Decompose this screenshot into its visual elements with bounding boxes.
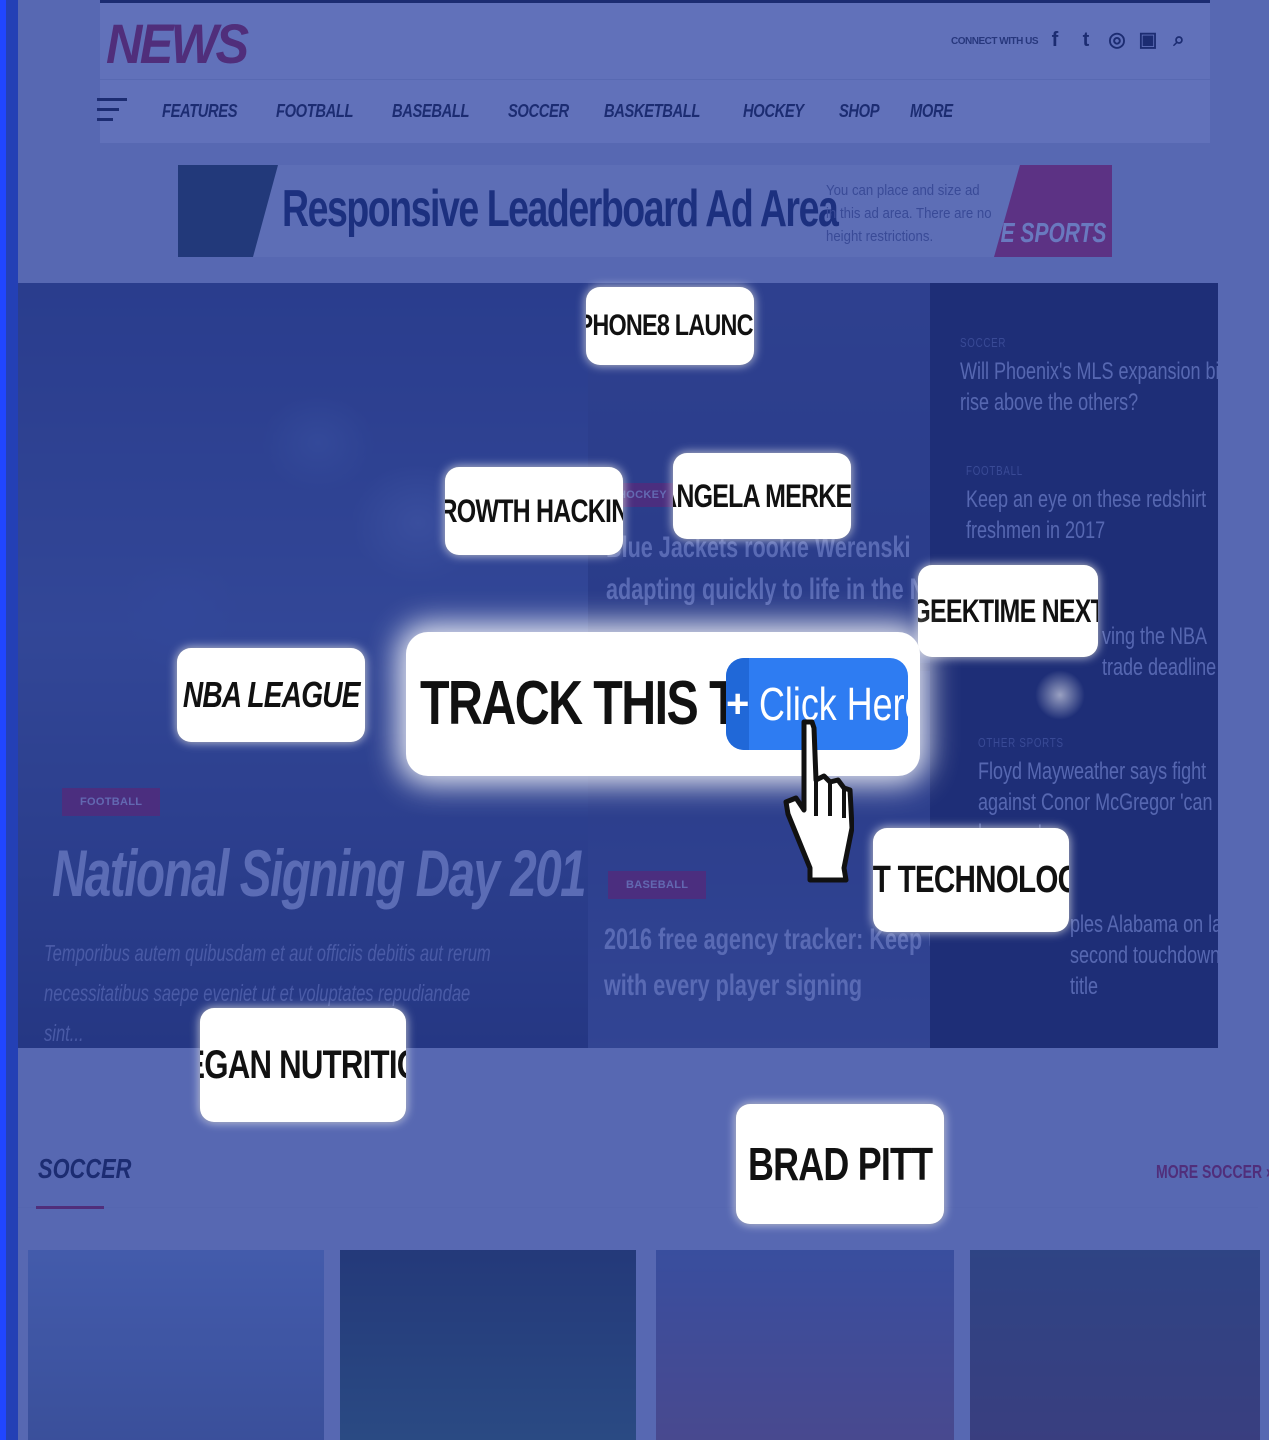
topic-tag-label: NBA LEAGUE [182, 674, 361, 715]
topic-tag-label: GROWTH HACKING [445, 492, 623, 529]
nav-item-hockey[interactable]: HOCKEY [743, 101, 804, 122]
more-soccer-link[interactable]: MORE SOCCER › [1156, 1162, 1269, 1183]
ad-title: Responsive Leaderboard Ad Area [282, 180, 839, 238]
topic-tag-label: BRAD PITT [747, 1138, 933, 1190]
topic-tag-vegan-nutrition[interactable]: VEGAN NUTRITION [200, 1008, 406, 1122]
sidebar-story[interactable]: FOOTBALL Keep an eye on these redshirt f… [966, 463, 1218, 546]
section-rule [18, 1207, 1258, 1208]
facebook-icon[interactable]: f [1044, 27, 1066, 53]
nav-item-more[interactable]: MORE [910, 101, 953, 122]
sidebar-story-title[interactable]: Keep an eye on these redshirt freshmen i… [966, 484, 1218, 546]
topic-tag-nba-league[interactable]: NBA LEAGUE [177, 648, 365, 742]
plus-icon: + [726, 658, 750, 750]
sidebar-story-category: FOOTBALL [966, 463, 1023, 478]
light-glow [1035, 670, 1085, 720]
nav-item-soccer[interactable]: SOCCER [508, 101, 569, 122]
more-soccer-label: MORE SOCCER [1156, 1162, 1263, 1182]
mid-top-title-line-2[interactable]: adapting quickly to life in the NHL [606, 569, 954, 611]
nav-item-shop[interactable]: SHOP [839, 101, 880, 122]
soccer-thumb[interactable] [656, 1250, 954, 1440]
baseball-badge[interactable]: BASEBALL [608, 871, 707, 899]
sidebar-story-title[interactable]: ving the NBA trade deadline [1102, 621, 1218, 683]
hero-category-badge[interactable]: FOOTBALL [62, 788, 161, 816]
sidebar-story[interactable]: ving the NBA trade deadline [1102, 621, 1218, 683]
topic-tag-label: ANGELA MERKEL [673, 477, 851, 514]
social-icons: f t ◎ ▣ ⌕ [1044, 27, 1190, 53]
instagram-icon[interactable]: ◎ [1106, 27, 1128, 53]
topic-tag-brad-pitt[interactable]: BRAD PITT [736, 1104, 944, 1224]
topic-tag-label: GEEKTIME NEXT [918, 592, 1098, 629]
soccer-thumb[interactable] [970, 1250, 1260, 1440]
nav-divider [100, 79, 1210, 80]
sidebar-story[interactable]: SOCCER Will Phoenix's MLS expansion bid … [960, 335, 1218, 418]
topic-tag-iphone8-launch[interactable]: IPHONE8 LAUNCH [586, 287, 754, 365]
hero-sidebar: SOCCER Will Phoenix's MLS expansion bid … [930, 283, 1218, 1048]
ad-image [178, 165, 278, 257]
screenshot-stage: NEWS CONNECT WITH US f t ◎ ▣ ⌕ FEATURES … [0, 0, 1269, 1440]
sidebar-story[interactable]: ples Alabama on last-second touchdown fo… [1070, 909, 1218, 1002]
nav-item-baseball[interactable]: BASEBALL [392, 101, 469, 122]
section-underline [36, 1206, 104, 1209]
menu-icon[interactable] [97, 98, 127, 128]
leaderboard-ad[interactable]: Responsive Leaderboard Ad Area You can p… [178, 165, 1112, 257]
sidebar-story-title[interactable]: ples Alabama on last-second touchdown fo… [1070, 909, 1218, 1002]
soccer-thumb[interactable] [340, 1250, 636, 1440]
hand-pointer-icon [783, 719, 854, 883]
site-header: NEWS CONNECT WITH US f t ◎ ▣ ⌕ FEATURES … [97, 0, 1210, 143]
nav-item-basketball[interactable]: BASKETBALL [604, 101, 700, 122]
topic-tag-label: IOT TECHNOLOGY [873, 858, 1069, 901]
mid-bottom-title-line-2[interactable]: with every player signing [604, 965, 862, 1007]
twitter-icon[interactable]: t [1075, 27, 1097, 53]
site-logo[interactable]: NEWS [106, 11, 249, 76]
search-icon[interactable]: ⌕ [1168, 27, 1190, 53]
ad-brand-logo: THE SPORTS [994, 165, 1112, 257]
nav-item-football[interactable]: FOOTBALL [276, 101, 353, 122]
topic-tag-growth-hacking[interactable]: GROWTH HACKING [445, 467, 623, 555]
connect-label: CONNECT WITH US [951, 36, 1038, 47]
youtube-icon[interactable]: ▣ [1137, 27, 1159, 53]
topic-tag-geektime-next[interactable]: GEEKTIME NEXT [918, 565, 1098, 657]
sidebar-story-category: OTHER SPORTS [978, 735, 1064, 750]
main-nav: FEATURES FOOTBALL BASEBALL SOCCER BASKET… [162, 101, 962, 122]
sidebar-story-category: SOCCER [960, 335, 1007, 350]
left-blue-frame [0, 0, 6, 1440]
nav-item-features[interactable]: FEATURES [162, 101, 238, 122]
topic-tag-label: IPHONE8 LAUNCH [586, 309, 754, 342]
topic-tag-label: VEGAN NUTRITION [200, 1042, 406, 1087]
sidebar-story-title[interactable]: Will Phoenix's MLS expansion bid rise ab… [960, 356, 1218, 418]
topic-tag-iot-technology[interactable]: IOT TECHNOLOGY [873, 828, 1069, 932]
ad-description: You can place and size ad in this ad are… [826, 182, 992, 245]
section-title: SOCCER [38, 1153, 132, 1184]
soccer-thumb[interactable] [28, 1250, 324, 1440]
hero-title[interactable]: National Signing Day 2017 [52, 835, 612, 911]
topic-tag-angela-merkel[interactable]: ANGELA MERKEL [673, 453, 851, 539]
